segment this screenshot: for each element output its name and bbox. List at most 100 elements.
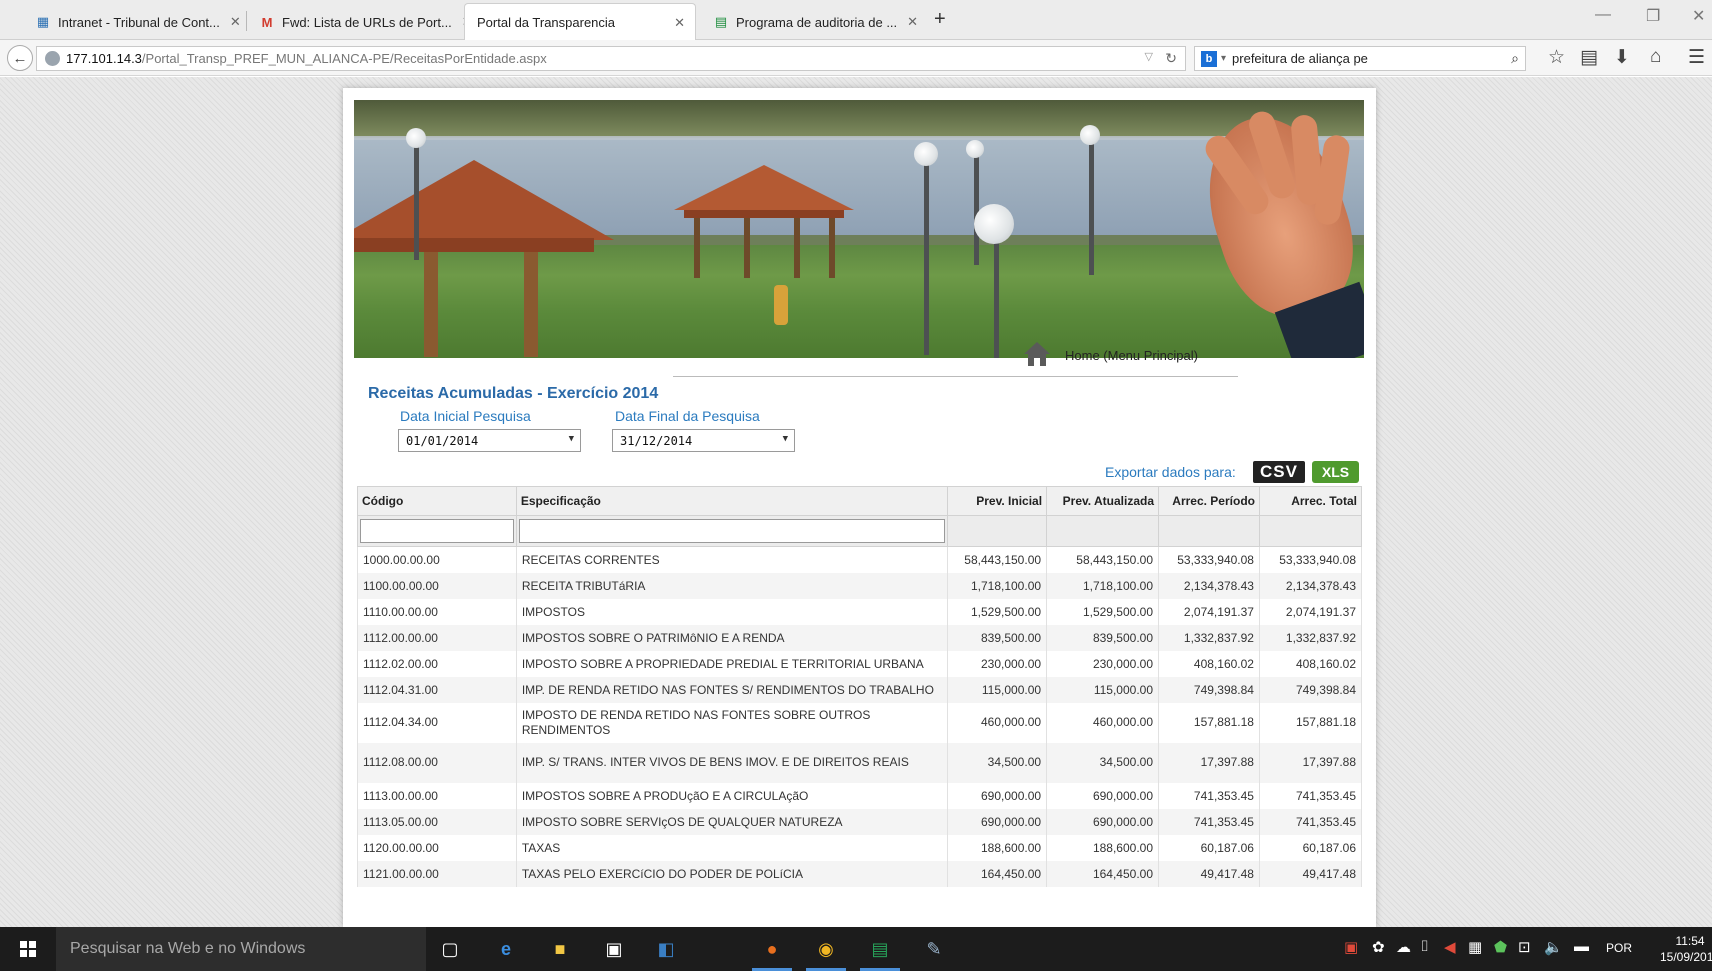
especificacao-cell: IMP. DE RENDA RETIDO NAS FONTES S/ RENDI… xyxy=(515,676,949,703)
browser-tab-bar: ▦ Intranet - Tribunal de Cont... ✕ M Fwd… xyxy=(0,0,1712,41)
language-indicator[interactable]: POR xyxy=(1606,941,1632,955)
search-icon[interactable]: ⌕ xyxy=(1511,50,1519,67)
especificacao-cell: IMPOSTOS SOBRE O PATRIMôNIO E A RENDA xyxy=(515,624,949,651)
home-icon[interactable] xyxy=(1023,340,1051,368)
chrome-icon[interactable]: ◉ xyxy=(812,935,840,963)
windows-start-icon[interactable] xyxy=(20,941,36,957)
network-icon[interactable]: ⊡ xyxy=(1518,938,1531,956)
column-header-arrec-periodo[interactable]: Arrec. Período xyxy=(1158,486,1260,516)
arrec-total-cell: 53,333,940.08 xyxy=(1258,546,1363,573)
arrec-total-cell: 157,881.18 xyxy=(1258,702,1363,743)
codigo-cell: 1112.04.34.00 xyxy=(357,702,517,743)
chevron-down-icon[interactable]: ▾ xyxy=(1221,53,1226,64)
prev-inicial-cell: 460,000.00 xyxy=(947,702,1048,743)
close-window-icon[interactable]: ✕ xyxy=(1692,6,1705,26)
pdf-tray-icon[interactable]: ▣ xyxy=(1344,938,1358,956)
column-header-codigo[interactable]: Código xyxy=(357,486,517,516)
prev-atualizada-cell: 230,000.00 xyxy=(1046,650,1160,677)
close-icon[interactable]: ✕ xyxy=(230,14,241,30)
table-row[interactable]: 1112.08.00.00 IMP. S/ TRANS. INTER VIVOS … xyxy=(357,742,1363,783)
taskbar-search-input[interactable]: Pesquisar na Web e no Windows xyxy=(56,927,426,971)
search-bar[interactable]: b ▾ prefeitura de aliança pe ⌕ xyxy=(1194,46,1526,71)
restore-icon[interactable]: ❐ xyxy=(1646,6,1660,26)
table-row[interactable]: 1112.04.34.00 IMPOSTO DE RENDA RETIDO NAS… xyxy=(357,702,1363,743)
table-row[interactable]: 1112.02.00.00 IMPOSTO SOBRE A PROPRIEDADE… xyxy=(357,650,1363,677)
close-icon[interactable]: ✕ xyxy=(907,14,918,30)
table-row[interactable]: 1113.05.00.00 IMPOSTO SOBRE SERVIçOS DE Q… xyxy=(357,808,1363,835)
new-tab-button[interactable]: + xyxy=(934,8,946,31)
date-start-select[interactable]: 01/01/2014 ▼ xyxy=(398,429,581,452)
table-row[interactable]: 1100.00.00.00 RECEITA TRIBUTáRIA 1,718,100… xyxy=(357,572,1363,599)
browser-nav-bar: ← 177.101.14.3/Portal_Transp_PREF_MUN_AL… xyxy=(0,40,1712,76)
home-menu-link[interactable]: Home (Menu Principal) xyxy=(1065,348,1198,363)
minimize-icon[interactable]: — xyxy=(1595,6,1611,24)
intranet-icon: ▦ xyxy=(36,14,50,29)
network-monitor-icon[interactable]: ▦ xyxy=(1468,938,1482,956)
tab-programa-auditoria[interactable]: ▤ Programa de auditoria de ... ✕ xyxy=(700,4,928,40)
home-icon[interactable]: ⌂ xyxy=(1650,46,1661,68)
file-explorer-icon[interactable]: ■ xyxy=(546,935,574,963)
dropdown-icon[interactable]: ▽ xyxy=(1145,50,1153,63)
arrec-total-cell: 741,353.45 xyxy=(1258,782,1363,809)
especificacao-cell: IMPOSTO DE RENDA RETIDO NAS FONTES SOBRE… xyxy=(515,702,949,743)
column-header-arrec-total[interactable]: Arrec. Total xyxy=(1258,486,1363,516)
firefox-icon[interactable]: ● xyxy=(758,935,786,963)
back-button[interactable]: ← xyxy=(7,45,33,71)
address-bar[interactable]: 177.101.14.3/Portal_Transp_PREF_MUN_ALIA… xyxy=(36,46,1186,71)
export-csv-button[interactable]: CSV xyxy=(1253,461,1305,483)
download-icon[interactable]: ⬇ xyxy=(1614,46,1630,69)
arrec-total-cell: 2,074,191.37 xyxy=(1258,598,1363,625)
date-end-select[interactable]: 31/12/2014 ▼ xyxy=(612,429,795,452)
table-row[interactable]: 1113.00.00.00 IMPOSTOS SOBRE A PRODUçãO E… xyxy=(357,782,1363,809)
reload-icon[interactable]: ↻ xyxy=(1165,50,1177,67)
column-header-especificacao[interactable]: Especificação xyxy=(515,486,949,516)
arrow-tray-icon[interactable]: ◀ xyxy=(1444,938,1456,956)
search-value: prefeitura de aliança pe xyxy=(1232,51,1368,66)
volume-icon[interactable]: 🔈 xyxy=(1544,938,1563,956)
column-header-prev-inicial[interactable]: Prev. Inicial xyxy=(947,486,1048,516)
especificacao-filter-input[interactable] xyxy=(518,519,946,543)
export-xls-button[interactable]: XLS xyxy=(1312,461,1359,483)
tray-app-icon[interactable]: ✿ xyxy=(1372,938,1385,956)
tab-label: Portal da Transparencia xyxy=(477,15,616,30)
codigo-cell: 1112.08.00.00 xyxy=(357,742,517,783)
table-row[interactable]: 1110.00.00.00 IMPOSTOS 1,529,500.00 1,529,5… xyxy=(357,598,1363,625)
arrec-periodo-cell: 2,134,378.43 xyxy=(1158,572,1260,599)
bookmark-star-icon[interactable]: ☆ xyxy=(1548,46,1565,69)
store-icon[interactable]: ▣ xyxy=(600,935,628,963)
usb-icon[interactable]: ⌷ xyxy=(1420,938,1429,955)
notification-icon[interactable]: ▬ xyxy=(1574,938,1589,955)
tab-portal-transparencia[interactable]: Portal da Transparencia ✕ xyxy=(464,3,696,41)
codigo-cell: 1120.00.00.00 xyxy=(357,834,517,861)
back-arrow-icon: ← xyxy=(12,49,28,67)
column-header-prev-atualizada[interactable]: Prev. Atualizada xyxy=(1046,486,1160,516)
menu-icon[interactable]: ☰ xyxy=(1688,46,1705,69)
table-row[interactable]: 1121.00.00.00 TAXAS PELO EXERCíCIO DO POD… xyxy=(357,860,1363,887)
tab-label: Programa de auditoria de ... xyxy=(736,14,898,30)
header-banner-image xyxy=(354,100,1364,358)
edge-icon[interactable]: e xyxy=(492,935,520,963)
paint-icon[interactable]: ✎ xyxy=(920,935,948,963)
tab-gmail[interactable]: M Fwd: Lista de URLs de Port... ✕ xyxy=(246,4,483,40)
clock[interactable]: 11:54 15/09/2016 xyxy=(1660,933,1712,965)
media-app-icon[interactable]: ◧ xyxy=(652,935,680,963)
codigo-filter-input[interactable] xyxy=(360,519,514,543)
date-start-label: Data Inicial Pesquisa xyxy=(400,408,531,424)
codigo-cell: 1113.05.00.00 xyxy=(357,808,517,835)
codigo-cell: 1121.00.00.00 xyxy=(357,860,517,887)
arrec-total-cell: 749,398.84 xyxy=(1258,676,1363,703)
reading-list-icon[interactable]: ▤ xyxy=(1580,46,1598,69)
prev-inicial-cell: 839,500.00 xyxy=(947,624,1048,651)
table-row[interactable]: 1120.00.00.00 TAXAS 188,600.00 188,600.00 60… xyxy=(357,834,1363,861)
arrec-total-cell: 2,134,378.43 xyxy=(1258,572,1363,599)
cloud-icon[interactable]: ☁ xyxy=(1396,938,1411,956)
task-view-icon[interactable]: ▢ xyxy=(436,935,464,963)
shield-icon[interactable]: ⬟ xyxy=(1494,938,1507,956)
especificacao-cell: TAXAS xyxy=(515,834,949,861)
table-row[interactable]: 1000.00.00.00 RECEITAS CORRENTES 58,443,15… xyxy=(357,546,1363,573)
table-row[interactable]: 1112.00.00.00 IMPOSTOS SOBRE O PATRIMôNIO… xyxy=(357,624,1363,651)
tab-intranet[interactable]: ▦ Intranet - Tribunal de Cont... ✕ xyxy=(22,4,251,40)
close-icon[interactable]: ✕ xyxy=(674,15,685,31)
sheets-app-icon[interactable]: ▤ xyxy=(866,935,894,963)
table-row[interactable]: 1112.04.31.00 IMP. DE RENDA RETIDO NAS FO… xyxy=(357,676,1363,703)
